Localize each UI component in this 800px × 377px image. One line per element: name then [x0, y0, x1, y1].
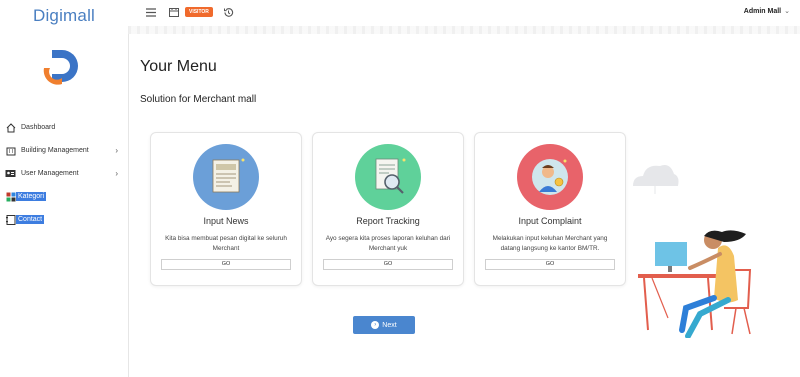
- sidebar-item-label: Kategori: [16, 192, 47, 201]
- card-title: Report Tracking: [356, 216, 420, 226]
- history-icon[interactable]: [222, 6, 234, 18]
- report-icon: [355, 144, 421, 210]
- sidebar-item-dashboard[interactable]: Dashboard: [0, 116, 128, 139]
- sidebar: Digimall Dashboard Building Management ›…: [0, 0, 129, 377]
- chevron-right-icon: ›: [115, 146, 118, 155]
- go-button-input-news[interactable]: GO: [161, 259, 291, 270]
- card-description: Melakukan input keluhan Merchant yang da…: [492, 235, 608, 252]
- card-description: Ayo segera kita proses laporan keluhan d…: [325, 235, 451, 252]
- card-input-news: Input News Kita bisa membuat pesan digit…: [150, 132, 302, 286]
- sidebar-item-label: Contact: [16, 215, 45, 224]
- user-name: Admin Mall: [743, 8, 782, 15]
- go-button-report-tracking[interactable]: GO: [323, 259, 453, 270]
- sidebar-item-label: User Management: [21, 170, 79, 177]
- chevron-right-icon: ›: [115, 169, 118, 178]
- category-icon: [5, 191, 16, 202]
- arrow-right-icon: ›: [371, 321, 380, 329]
- sidebar-item-kategori[interactable]: Kategori: [0, 185, 128, 208]
- building-icon: [5, 145, 16, 156]
- next-button-label: Next: [382, 321, 397, 329]
- woman-at-desk-illustration: [633, 165, 752, 338]
- sidebar-item-label: Dashboard: [21, 124, 56, 131]
- card-input-complaint: Input Complaint Melakukan input keluhan …: [474, 132, 626, 286]
- sidebar-menu: Dashboard Building Management › User Man…: [0, 116, 128, 231]
- header-pattern: [128, 26, 800, 34]
- page-subtitle: Solution for Merchant mall: [140, 94, 257, 105]
- complaint-icon: [517, 144, 583, 210]
- sidebar-item-contact[interactable]: Contact: [0, 208, 128, 231]
- user-menu[interactable]: Admin Mall ⌄: [744, 7, 790, 15]
- app-brand[interactable]: Digimall: [0, 6, 128, 26]
- menu-icon[interactable]: [145, 6, 157, 18]
- page-title: Your Menu: [140, 58, 217, 75]
- calendar-icon[interactable]: [168, 6, 180, 18]
- news-icon: [193, 144, 259, 210]
- card-report-tracking: Report Tracking Ayo segera kita proses l…: [312, 132, 464, 286]
- go-button-input-complaint[interactable]: GO: [485, 259, 615, 270]
- card-description: Kita bisa membuat pesan digital ke selur…: [165, 235, 287, 252]
- sidebar-item-label: Building Management: [21, 147, 89, 154]
- contact-icon: [5, 214, 16, 225]
- sidebar-item-building-management[interactable]: Building Management ›: [0, 139, 128, 162]
- visitor-badge[interactable]: VISITOR: [185, 7, 213, 17]
- sidebar-item-user-management[interactable]: User Management ›: [0, 162, 128, 185]
- card-title: Input News: [203, 216, 249, 226]
- app-logo: [43, 50, 78, 85]
- next-button[interactable]: › Next: [353, 316, 415, 334]
- home-icon: [5, 122, 16, 133]
- card-title: Input Complaint: [518, 216, 582, 226]
- id-card-icon: [5, 168, 16, 179]
- chevron-down-icon: ⌄: [784, 8, 790, 15]
